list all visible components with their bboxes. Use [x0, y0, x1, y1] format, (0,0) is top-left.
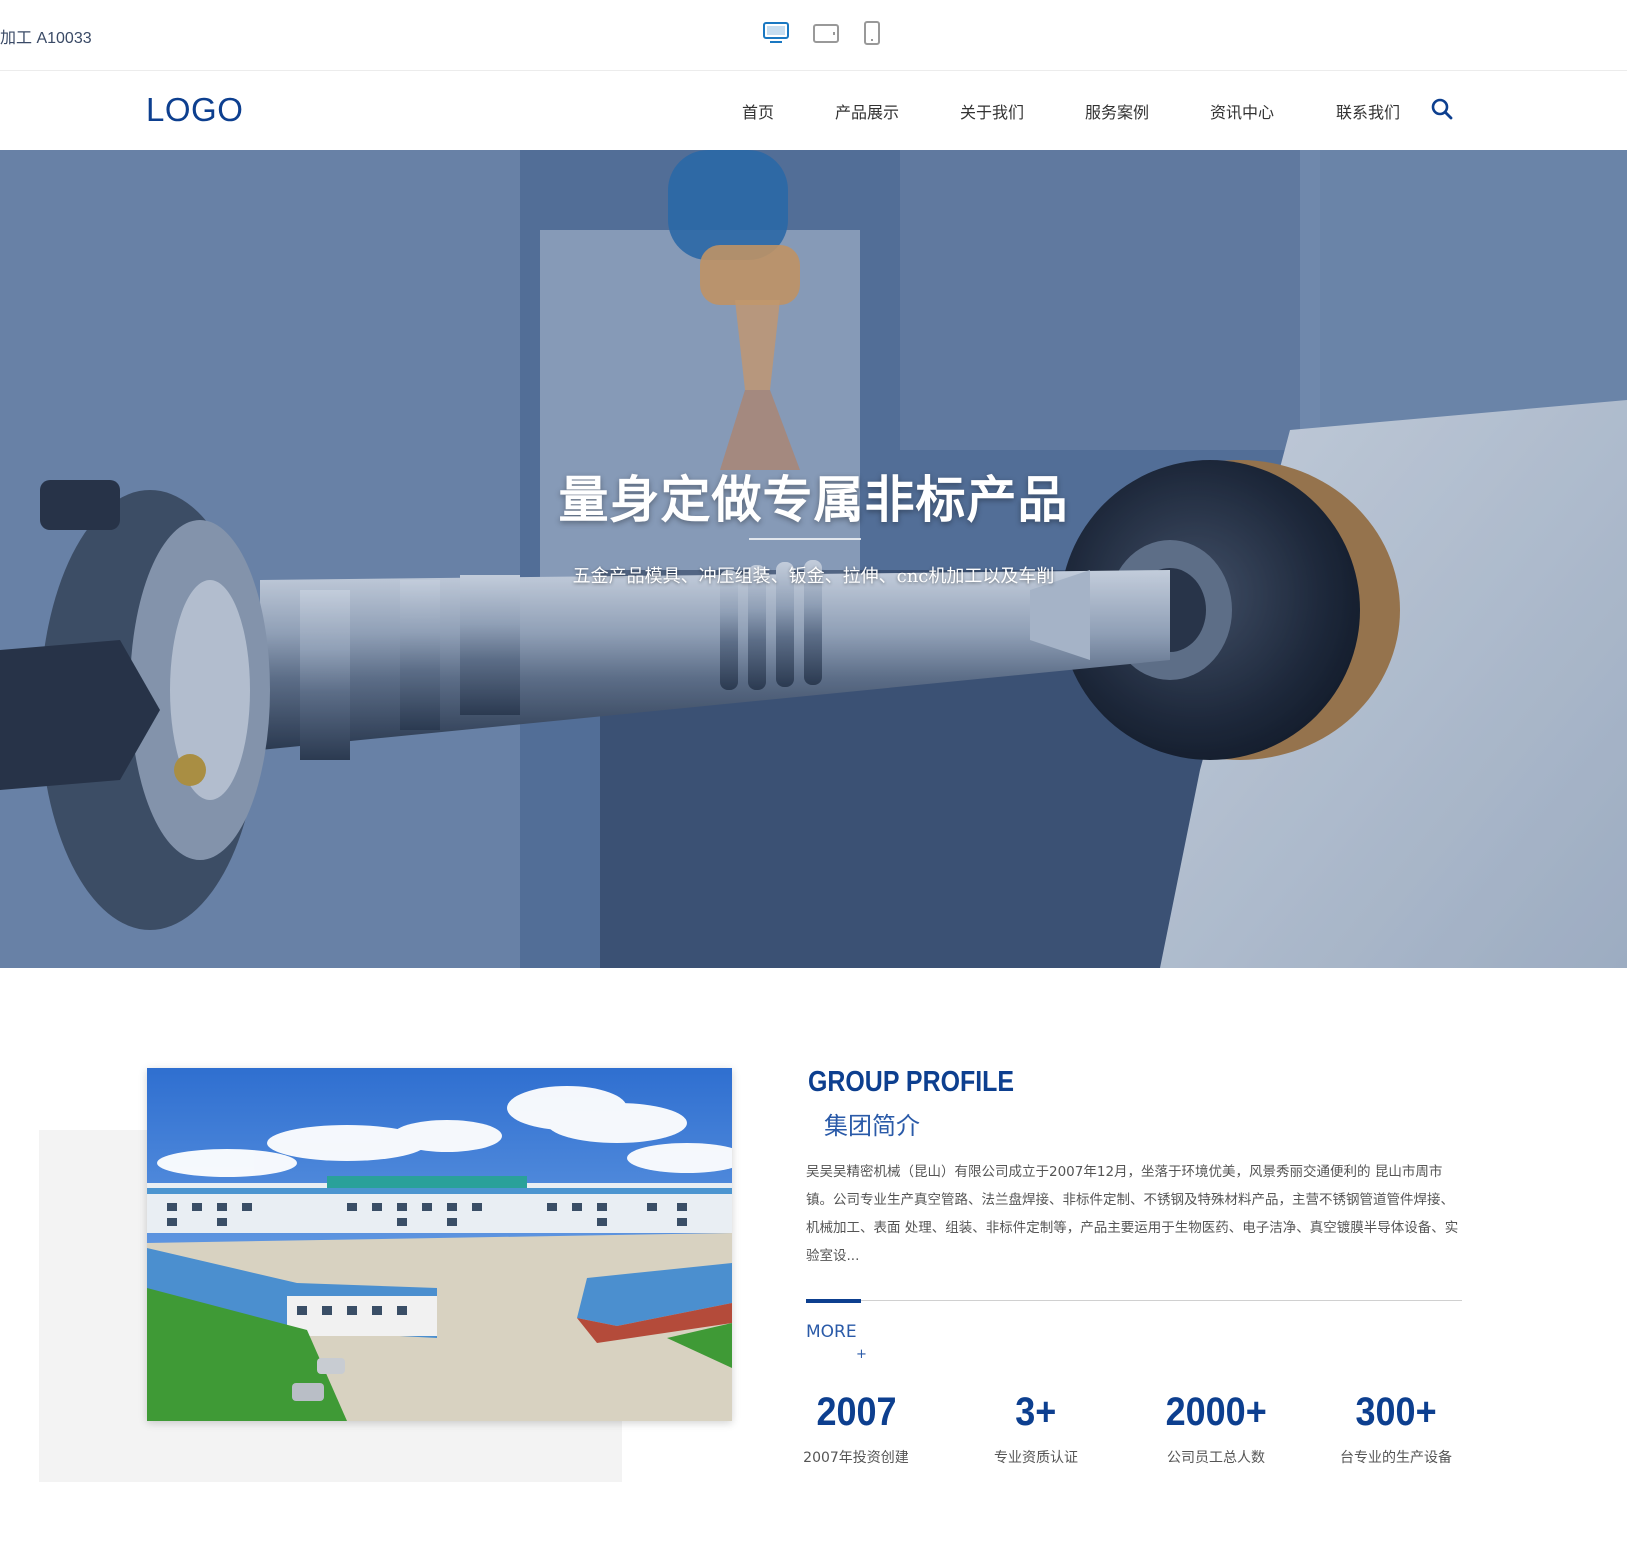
- tablet-view-icon[interactable]: [812, 20, 840, 46]
- site-logo[interactable]: LOGO: [146, 91, 243, 129]
- hero-subtitle: 五金产品模具、冲压组装、钣金、拉伸、cnc机加工以及车削: [572, 566, 1055, 587]
- template-id-label: 加工 A10033: [0, 30, 92, 47]
- stat-value: 2000+: [1165, 1390, 1267, 1434]
- stat-label: 台专业的生产设备: [1340, 1450, 1452, 1466]
- section-title-en: GROUP PROFILE: [808, 1066, 1015, 1098]
- company-intro: 吴吴吴精密机械（昆山）有限公司成立于2007年12月，坐落于环境优美，风景秀丽交…: [806, 1164, 1459, 1264]
- divider-accent: [806, 1299, 861, 1303]
- desktop-view-icon[interactable]: [762, 20, 790, 46]
- stat-label: 公司员工总人数: [1167, 1450, 1265, 1466]
- stat-certifications: 3+ 专业资质认证: [951, 1390, 1121, 1467]
- plus-icon[interactable]: +: [856, 1347, 867, 1362]
- stat-employees: 2000+ 公司员工总人数: [1131, 1390, 1301, 1467]
- nav-item-products[interactable]: 产品展示: [835, 99, 899, 123]
- stat-label: 2007年投资创建: [803, 1450, 909, 1466]
- divider-line: [806, 1300, 1462, 1301]
- stat-label: 专业资质认证: [994, 1450, 1078, 1466]
- nav-item-contact[interactable]: 联系我们: [1336, 99, 1400, 123]
- hero-divider: [749, 538, 861, 540]
- search-icon[interactable]: [1430, 97, 1454, 125]
- nav-item-news[interactable]: 资讯中心: [1210, 99, 1274, 123]
- stat-equipment: 300+ 台专业的生产设备: [1311, 1390, 1481, 1467]
- stat-founded: 2007 2007年投资创建: [771, 1390, 941, 1467]
- nav-item-home[interactable]: 首页: [742, 99, 774, 123]
- hero-banner: 量身定做专属非标产品 五金产品模具、冲压组装、钣金、拉伸、cnc机加工以及车削: [0, 150, 1627, 968]
- stat-value: 2007: [815, 1390, 897, 1434]
- main-navbar: LOGO 首页 产品展示 关于我们 服务案例 资讯中心 联系我们: [0, 71, 1627, 150]
- mobile-view-icon[interactable]: [862, 20, 882, 46]
- factory-photo: [147, 1068, 732, 1421]
- hero-title: 量身定做专属非标产品: [558, 471, 1069, 529]
- hero-machine-image: [0, 150, 1627, 968]
- stat-value: 3+: [1015, 1390, 1057, 1434]
- more-link[interactable]: MORE: [806, 1322, 857, 1342]
- section-title-cn: 集团简介: [824, 1112, 920, 1140]
- stat-value: 300+: [1355, 1390, 1437, 1434]
- preview-toolbar: 加工 A10033: [0, 0, 1627, 71]
- nav-item-about[interactable]: 关于我们: [960, 99, 1024, 123]
- nav-item-cases[interactable]: 服务案例: [1085, 99, 1149, 123]
